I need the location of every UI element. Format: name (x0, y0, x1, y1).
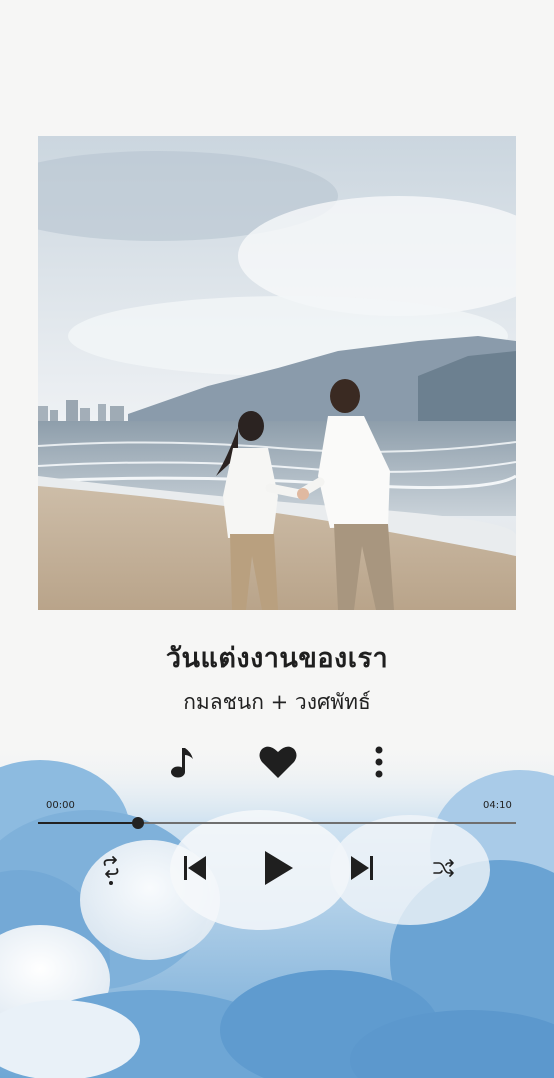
next-icon[interactable] (347, 852, 377, 884)
album-cover-photo (38, 136, 516, 610)
previous-icon[interactable] (180, 852, 210, 884)
music-note-icon[interactable] (165, 744, 197, 782)
repeat-icon[interactable] (98, 855, 124, 887)
heart-icon[interactable] (258, 744, 298, 780)
current-time: 00:00 (46, 800, 75, 811)
total-time: 04:10 (483, 800, 512, 811)
play-icon[interactable] (260, 848, 296, 888)
more-vertical-icon[interactable] (369, 744, 389, 780)
song-artist: กมลชนก + วงศพัทธ์ (183, 690, 371, 714)
shuffle-icon[interactable] (432, 856, 456, 880)
song-title: วันแต่งงานของเรา (165, 643, 389, 674)
progress-fill (38, 822, 139, 824)
progress-track[interactable] (38, 822, 516, 824)
